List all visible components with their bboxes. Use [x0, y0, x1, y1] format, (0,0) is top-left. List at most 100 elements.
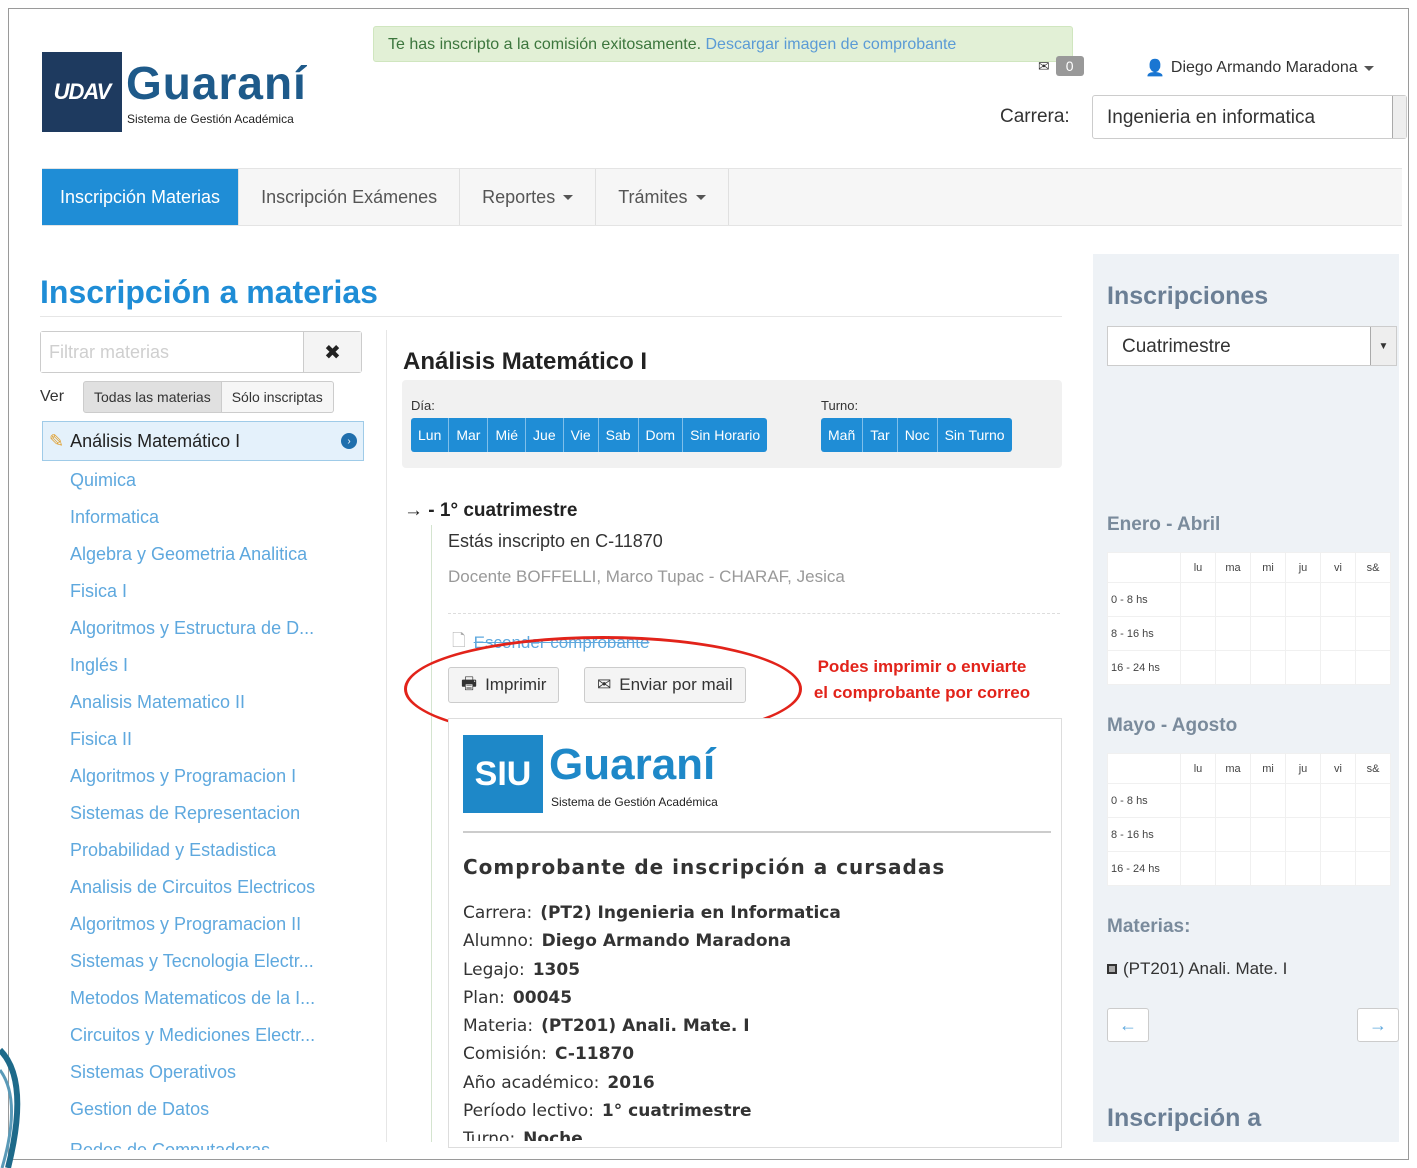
detail-label: Turno: [463, 1129, 516, 1142]
materia-link[interactable]: Gestion de Datos [70, 1095, 315, 1132]
materia-link[interactable]: Inglés I [70, 651, 315, 688]
nav-inscripcion-examenes[interactable]: Inscripción Exámenes [239, 169, 461, 225]
materia-link[interactable]: Analisis de Circuitos Electricos [70, 873, 315, 910]
download-receipt-link[interactable]: Descargar imagen de comprobante [706, 36, 957, 53]
detail-label: Carrera: [463, 903, 533, 923]
mayo-agosto-title: Mayo - Agosto [1107, 715, 1238, 736]
detail-label: Materia: [463, 1016, 534, 1037]
day-header: vi [1320, 753, 1356, 784]
detail-row: Comisión: C-11870 [463, 1044, 841, 1072]
turno-button-sin-turno[interactable]: Sin Turno [937, 418, 1012, 452]
turno-button-man[interactable]: Mañ [821, 418, 864, 452]
day-button-mar[interactable]: Mar [449, 418, 489, 452]
nav-label: Reportes [482, 186, 556, 207]
detail-value: C-11870 [555, 1044, 635, 1065]
day-button-vie[interactable]: Vie [563, 418, 599, 452]
column-divider [386, 330, 387, 1142]
ver-label: Ver [40, 388, 65, 405]
materia-link[interactable]: Quimica [70, 466, 315, 503]
carrera-select[interactable]: Ingenieria en informatica [1092, 95, 1407, 139]
todas-materias-button[interactable]: Todas las materias [83, 381, 222, 413]
materia-link[interactable]: Algebra y Geometria Analitica [70, 540, 315, 577]
materia-link[interactable]: Sistemas y Tecnologia Electr... [70, 947, 315, 984]
materia-link[interactable]: Fisica II [70, 725, 315, 762]
filter-input[interactable] [41, 332, 303, 372]
materia-link[interactable]: Metodos Matematicos de la I... [70, 984, 315, 1021]
materia-link[interactable]: Circuitos y Mediciones Electr... [70, 1021, 315, 1058]
day-header: vi [1320, 552, 1356, 583]
detail-value: (PT201) Anali. Mate. I [541, 1016, 750, 1037]
turno-button-noc[interactable]: Noc [897, 418, 938, 452]
selected-materia[interactable]: ✎ Análisis Matemático I › [42, 421, 364, 461]
filter-materias: ✖ [40, 331, 362, 373]
udav-logo: UDAV [42, 52, 122, 132]
messages-button[interactable]: ✉ 0 [1038, 56, 1084, 76]
clear-filter-button[interactable]: ✖ [303, 332, 361, 372]
prev-button[interactable]: ← [1107, 1008, 1149, 1042]
comprobante-panel: SIU Guaraní Sistema de Gestión Académica… [448, 718, 1062, 1148]
select-arrow-icon: ▼ [1370, 327, 1396, 365]
detail-row: Materia: (PT201) Anali. Mate. I [463, 1016, 841, 1044]
turno-button-tar[interactable]: Tar [863, 418, 898, 452]
corner-cell [1107, 753, 1181, 784]
day-button-jue[interactable]: Jue [526, 418, 564, 452]
materia-link[interactable]: Analisis Matematico II [70, 688, 315, 725]
detail-value: Noche [523, 1129, 583, 1142]
guarani-logo-text: Guaraní [126, 57, 307, 109]
materia-link[interactable]: Fisica I [70, 577, 315, 614]
turno-buttons: Mañ Tar Noc Sin Turno [821, 418, 1012, 452]
day-button-lun[interactable]: Lun [411, 418, 450, 452]
siu-guarani-text: Guaraní [549, 740, 716, 789]
decorative-swirl [0, 1047, 21, 1168]
materias-title: Materias: [1107, 916, 1191, 937]
detail-label: Plan: [463, 987, 505, 1008]
materia-link[interactable]: Informatica [70, 503, 315, 540]
selected-materia-label: Análisis Matemático I [70, 430, 241, 451]
solo-inscriptas-button[interactable]: Sólo inscriptas [221, 381, 334, 413]
nav-inscripcion-materias[interactable]: Inscripción Materias [42, 169, 240, 225]
user-menu[interactable]: 👤 Diego Armando Maradona [1145, 58, 1374, 78]
main-nav: Inscripción Materias Inscripción Exámene… [42, 168, 1402, 226]
materia-link[interactable]: Sistemas de Representacion [70, 799, 315, 836]
nav-label: Inscripción Materias [60, 186, 221, 207]
materia-link[interactable]: Redes de Computadoras [70, 1132, 315, 1150]
day-button-dom[interactable]: Dom [638, 418, 684, 452]
materia-link[interactable]: Algoritmos y Estructura de D... [70, 614, 315, 651]
corner-cell [1107, 552, 1181, 583]
day-header: lu [1180, 753, 1216, 784]
turno-label: Turno: [821, 398, 859, 413]
materia-link[interactable]: Probabilidad y Estadistica [70, 836, 315, 873]
detail-row: Año académico: 2016 [463, 1073, 841, 1101]
detail-value: Diego Armando Maradona [541, 931, 792, 952]
materia-link[interactable]: Sistemas Operativos [70, 1058, 315, 1095]
day-button-sab[interactable]: Sab [598, 418, 639, 452]
inscripcion-a-title: Inscripción a [1107, 1104, 1262, 1132]
comprobante-details: Carrera: (PT2) Ingenieria en Informatica … [463, 903, 841, 1141]
day-header: ju [1285, 552, 1321, 583]
day-header: lu [1180, 552, 1216, 583]
inscripto-text: Estás inscripto en C-11870 [448, 531, 663, 551]
day-header: ma [1215, 753, 1251, 784]
nav-label: Inscripción Exámenes [261, 186, 438, 207]
detail-value: (PT2) Ingenieria en Informatica [540, 903, 841, 923]
detail-value: 1305 [532, 959, 581, 980]
day-button-sin-horario[interactable]: Sin Horario [683, 418, 768, 452]
nav-reportes[interactable]: Reportes [460, 169, 597, 225]
materia-link[interactable]: Algoritmos y Programacion I [70, 762, 315, 799]
day-header: s& [1355, 552, 1391, 583]
day-header: mi [1250, 552, 1286, 583]
materia-link[interactable]: Algoritmos y Programacion II [70, 910, 315, 947]
period-select[interactable]: Cuatrimestre ▼ [1107, 326, 1397, 366]
day-header: mi [1250, 753, 1286, 784]
detail-row: Legajo: 1305 [463, 960, 841, 988]
title-divider [40, 316, 1062, 317]
next-button[interactable]: → [1357, 1008, 1399, 1042]
detail-row: Carrera: (PT2) Ingenieria en Informatica [463, 903, 841, 931]
range-label: 8 - 16 hs [1107, 817, 1181, 852]
detail-label: Legajo: [463, 959, 525, 980]
siu-subtitle: Sistema de Gestión Académica [551, 795, 718, 809]
nav-tramites[interactable]: Trámites [596, 169, 729, 225]
user-name: Diego Armando Maradona [1170, 59, 1358, 76]
day-button-mie[interactable]: Mié [488, 418, 527, 452]
chevron-down-icon [695, 194, 706, 200]
